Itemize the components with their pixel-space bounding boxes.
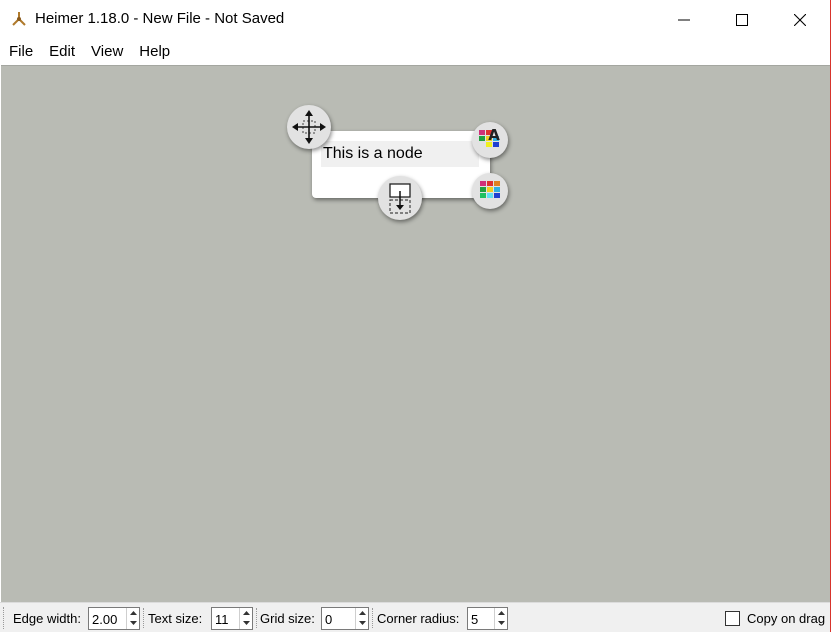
close-button[interactable] — [771, 0, 829, 39]
text-color-icon: A — [479, 126, 500, 147]
spin-up-icon — [498, 611, 505, 615]
maximize-button[interactable] — [713, 0, 771, 39]
node-text[interactable]: This is a node — [321, 141, 479, 167]
spin-down-icon — [243, 621, 250, 625]
add-node-icon — [389, 183, 411, 214]
svg-text:A: A — [488, 126, 500, 144]
grid-size-label: Grid size: — [260, 611, 315, 626]
move-arrows-icon — [292, 110, 326, 144]
toolbar-grip[interactable] — [3, 607, 6, 629]
toolbar-separator — [372, 608, 373, 628]
move-node-handle[interactable] — [287, 105, 331, 149]
corner-radius-value[interactable]: 5 — [471, 612, 478, 627]
edge-width-down-button[interactable] — [127, 618, 140, 628]
corner-radius-spinbox[interactable]: 5 — [467, 607, 508, 630]
text-size-value[interactable]: 11 — [215, 612, 229, 627]
grid-size-value[interactable]: 0 — [325, 612, 332, 627]
color-palette-icon — [480, 181, 500, 198]
heimer-app-icon — [10, 10, 28, 28]
edge-width-spinbox[interactable]: 2.00 — [88, 607, 140, 630]
edge-width-up-button[interactable] — [127, 608, 140, 618]
menu-edit[interactable]: Edit — [41, 39, 83, 65]
minimize-button[interactable] — [655, 0, 713, 39]
window-title: Heimer 1.18.0 - New File - Not Saved — [35, 10, 285, 27]
menu-view[interactable]: View — [83, 39, 131, 65]
edge-width-label: Edge width: — [13, 611, 81, 626]
mind-map-canvas[interactable]: This is a node A — [1, 65, 830, 602]
grid-size-spinbox[interactable]: 0 — [321, 607, 369, 630]
copy-on-drag-label[interactable]: Copy on drag — [747, 611, 825, 626]
text-size-label: Text size: — [148, 611, 203, 626]
toolbar-separator — [143, 608, 144, 628]
text-size-down-button[interactable] — [240, 618, 253, 628]
grid-size-up-button[interactable] — [356, 608, 369, 618]
text-color-handle[interactable]: A — [472, 122, 508, 158]
menu-help[interactable]: Help — [131, 39, 178, 65]
toolbar-separator — [256, 608, 257, 628]
text-size-spinbox[interactable]: 11 — [211, 607, 253, 630]
add-child-node-handle[interactable] — [378, 176, 422, 220]
close-icon — [794, 13, 806, 26]
bottom-toolbar: Edge width: 2.00 Text size: 11 Grid size… — [0, 602, 831, 632]
edge-width-value[interactable]: 2.00 — [92, 612, 117, 627]
corner-radius-up-button[interactable] — [495, 608, 508, 618]
spin-up-icon — [359, 611, 366, 615]
minimize-icon — [678, 19, 690, 20]
spin-up-icon — [130, 611, 137, 615]
title-bar: Heimer 1.18.0 - New File - Not Saved — [0, 0, 831, 39]
text-size-up-button[interactable] — [240, 608, 253, 618]
spin-up-icon — [243, 611, 250, 615]
spin-down-icon — [498, 621, 505, 625]
spin-down-icon — [359, 621, 366, 625]
grid-size-down-button[interactable] — [356, 618, 369, 628]
maximize-icon — [736, 13, 748, 26]
copy-on-drag-checkbox[interactable] — [725, 611, 740, 626]
menu-bar: File Edit View Help — [0, 39, 831, 65]
spin-down-icon — [130, 621, 137, 625]
corner-radius-down-button[interactable] — [495, 618, 508, 628]
corner-radius-label: Corner radius: — [377, 611, 460, 626]
node-color-handle[interactable] — [472, 173, 508, 209]
menu-file[interactable]: File — [1, 39, 41, 65]
